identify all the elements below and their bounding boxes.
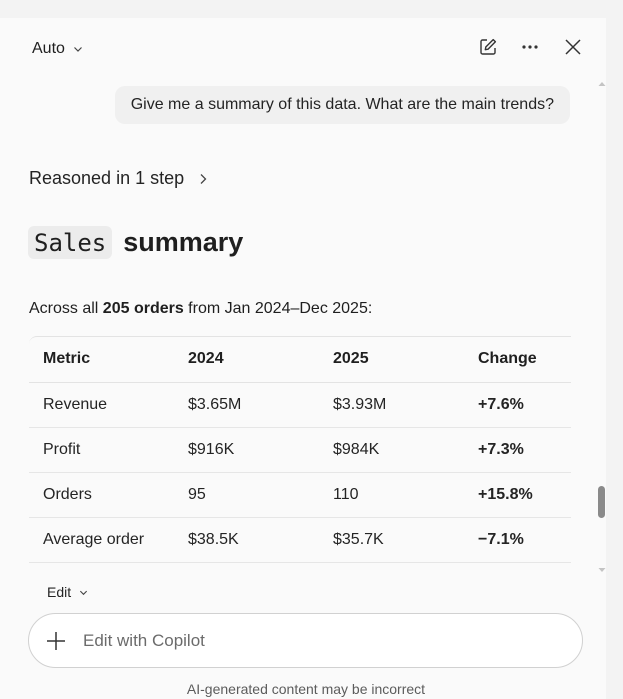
table-cell: $3.93M (319, 382, 464, 428)
table-cell: Average order (29, 517, 174, 563)
column-header-2025: 2025 (319, 337, 464, 383)
table-cell: Revenue (29, 382, 174, 428)
chevron-down-icon (73, 47, 82, 52)
table-cell: $984K (319, 427, 464, 473)
edit-dropdown[interactable]: Edit (47, 584, 88, 600)
scroll-down-arrow-icon[interactable] (597, 566, 607, 574)
table-header-row: Metric 2024 2025 Change (29, 337, 571, 383)
column-header-metric: Metric (29, 337, 174, 383)
copilot-panel: Auto Give me a summary of this data. Wha… (0, 18, 606, 699)
plus-icon (47, 631, 65, 650)
new-chat-button[interactable] (475, 34, 501, 60)
mode-dropdown[interactable]: Auto (32, 38, 83, 60)
response-title: Sales summary (28, 226, 243, 259)
chevron-down-icon (80, 590, 88, 595)
table-cell: Profit (29, 427, 174, 473)
more-horizontal-icon (522, 45, 538, 49)
title-code-span: Sales (28, 226, 113, 259)
table-cell: $3.65M (174, 382, 319, 428)
user-message-bubble: Give me a summary of this data. What are… (114, 86, 570, 124)
response-intro: Across all 205 orders from Jan 2024–Dec … (29, 300, 372, 318)
reasoning-label: Reasoned in 1 step (29, 168, 185, 188)
compose-icon (480, 38, 497, 55)
table-row: Average order $38.5K $35.7K −7.1% (29, 517, 571, 563)
edit-label: Edit (47, 584, 72, 600)
table-row: Orders 95 110 +15.8% (29, 472, 571, 518)
table-cell-change: +7.3% (464, 427, 571, 473)
close-icon (565, 39, 581, 55)
more-options-button[interactable] (517, 34, 543, 60)
table-row: Profit $916K $984K +7.3% (29, 427, 571, 473)
summary-table-container: Metric 2024 2025 Change Revenue $3.65M $… (29, 336, 571, 563)
ai-disclaimer: AI-generated content may be incorrect (186, 681, 426, 697)
column-header-change: Change (464, 337, 571, 383)
close-button[interactable] (560, 34, 586, 60)
table-cell: $38.5K (174, 517, 319, 563)
table-cell: $916K (174, 427, 319, 473)
table-cell: 110 (319, 472, 464, 518)
table-cell: $35.7K (319, 517, 464, 563)
intro-orders-count: 205 orders (102, 300, 184, 317)
scroll-up-arrow-icon[interactable] (597, 80, 607, 88)
add-attachment-button[interactable] (45, 630, 67, 652)
table-cell-change: +7.6% (464, 382, 571, 428)
title-text: summary (123, 227, 244, 257)
column-header-2024: 2024 (174, 337, 319, 383)
panel-header: Auto (0, 18, 606, 78)
table-cell-change: +15.8% (464, 472, 571, 518)
table-cell-change: −7.1% (464, 517, 571, 563)
mode-label: Auto (32, 40, 65, 57)
table-cell: 95 (174, 472, 319, 518)
copilot-composer (28, 613, 583, 668)
summary-table: Metric 2024 2025 Change Revenue $3.65M $… (29, 337, 571, 563)
scrollbar-thumb[interactable] (598, 486, 605, 518)
chevron-right-icon (200, 173, 207, 184)
table-cell: Orders (29, 472, 174, 518)
conversation-scroll-area[interactable]: Give me a summary of this data. What are… (0, 78, 606, 598)
intro-suffix: from Jan 2024–Dec 2025: (183, 300, 373, 317)
intro-prefix: Across all (29, 300, 103, 317)
reasoning-toggle[interactable]: Reasoned in 1 step (29, 168, 208, 189)
composer-input[interactable] (83, 630, 553, 651)
table-row: Revenue $3.65M $3.93M +7.6% (29, 382, 571, 428)
